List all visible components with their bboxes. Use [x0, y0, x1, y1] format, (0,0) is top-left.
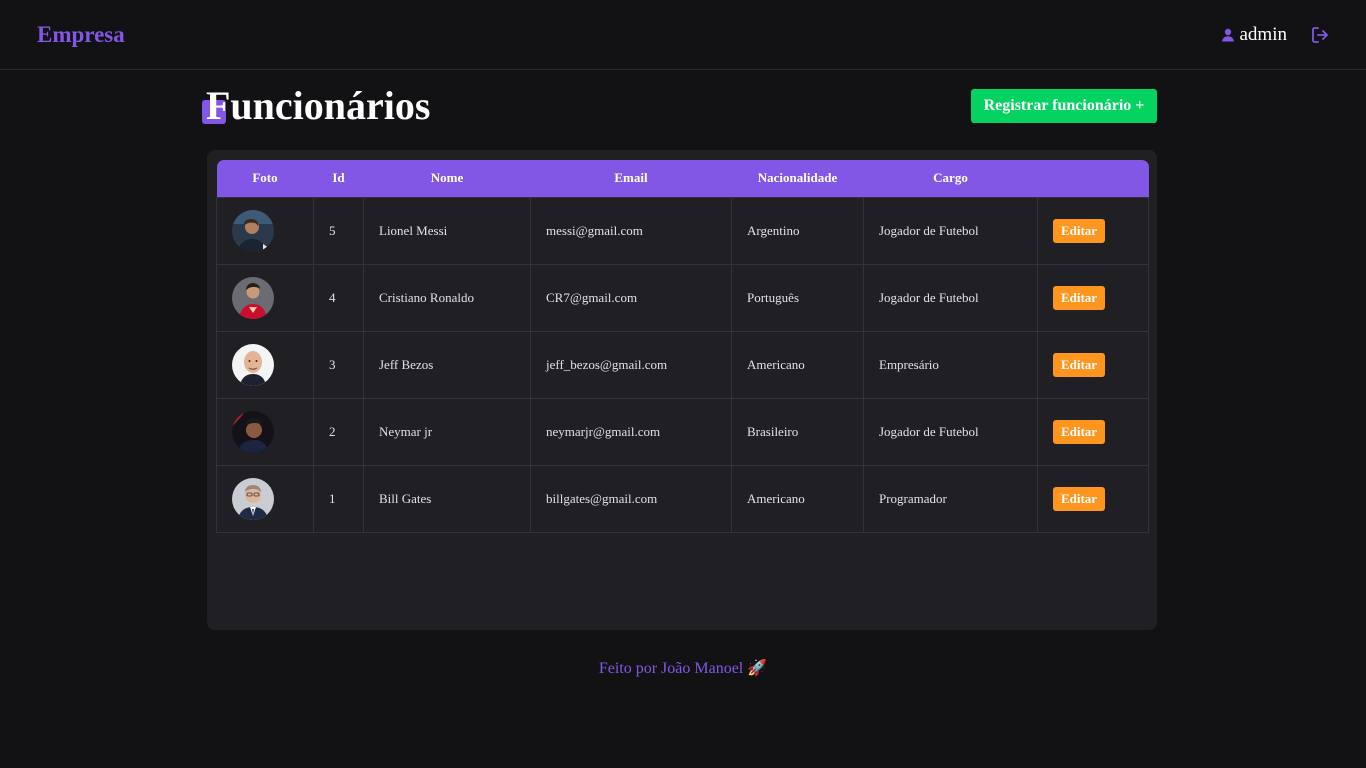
- edit-button[interactable]: Editar: [1053, 285, 1105, 310]
- actions-cell: Editar: [1037, 263, 1149, 332]
- col-header-nationality: Nacionalidade: [757, 170, 838, 186]
- photo-cell: [216, 263, 314, 332]
- page-title: Funcionários: [206, 83, 431, 128]
- role-cell: Jogador de Futebol: [863, 397, 1038, 466]
- role-cell: Empresário: [863, 330, 1038, 399]
- brand-logo[interactable]: Empresa: [37, 22, 125, 48]
- col-header-role: Cargo: [933, 170, 968, 186]
- employees-card: Foto Id Nome Email Nacionalidade Cargo 5…: [207, 150, 1157, 630]
- role-cell: Programador: [863, 464, 1038, 533]
- col-header-photo: Foto: [252, 170, 278, 186]
- avatar: [232, 209, 274, 252]
- actions-cell: Editar: [1037, 397, 1149, 466]
- email-cell: jeff_bezos@gmail.com: [530, 330, 732, 399]
- id-cell: 5: [313, 196, 364, 265]
- edit-button[interactable]: Editar: [1053, 218, 1105, 243]
- nationality-cell: Português: [731, 263, 864, 332]
- logout-icon[interactable]: [1310, 25, 1330, 45]
- employees-table: Foto Id Nome Email Nacionalidade Cargo 5…: [216, 160, 1149, 533]
- user-icon: [1221, 28, 1235, 42]
- edit-button[interactable]: Editar: [1053, 352, 1105, 377]
- photo-cell: [216, 196, 314, 265]
- email-cell: CR7@gmail.com: [530, 263, 732, 332]
- id-cell: 1: [313, 464, 364, 533]
- email-cell: neymarjr@gmail.com: [530, 397, 732, 466]
- table-row: 2 Neymar jr neymarjr@gmail.com Brasileir…: [216, 397, 1149, 466]
- table-row: 1 Bill Gates billgates@gmail.com America…: [216, 464, 1149, 533]
- navbar: Empresa admin: [0, 0, 1366, 70]
- title-wrap: Funcionários: [202, 82, 430, 130]
- name-cell: Bill Gates: [363, 464, 531, 533]
- table-header-row: Foto Id Nome Email Nacionalidade Cargo: [216, 160, 1149, 197]
- avatar: [232, 343, 274, 386]
- nationality-cell: Argentino: [731, 196, 864, 265]
- edit-button[interactable]: Editar: [1053, 486, 1105, 511]
- avatar: [232, 276, 274, 319]
- role-cell: Jogador de Futebol: [863, 263, 1038, 332]
- col-header-id: Id: [332, 170, 345, 186]
- id-cell: 4: [313, 263, 364, 332]
- footer-credit: Feito por João Manoel 🚀: [598, 660, 768, 677]
- username: admin: [1239, 23, 1288, 45]
- role-cell: Jogador de Futebol: [863, 196, 1038, 265]
- name-cell: Lionel Messi: [363, 196, 531, 265]
- photo-cell: [216, 330, 314, 399]
- user-area: admin: [1221, 24, 1331, 46]
- nationality-cell: Americano: [731, 330, 864, 399]
- edit-button[interactable]: Editar: [1053, 419, 1105, 444]
- actions-cell: Editar: [1037, 330, 1149, 399]
- id-cell: 2: [313, 397, 364, 466]
- avatar: [232, 410, 274, 453]
- register-employee-button[interactable]: Registrar funcionário +: [971, 89, 1157, 123]
- avatar: [232, 477, 274, 520]
- name-cell: Neymar jr: [363, 397, 531, 466]
- nationality-cell: Americano: [731, 464, 864, 533]
- email-cell: messi@gmail.com: [530, 196, 732, 265]
- actions-cell: Editar: [1037, 196, 1149, 265]
- name-cell: Cristiano Ronaldo: [363, 263, 531, 332]
- actions-cell: Editar: [1037, 464, 1149, 533]
- nationality-cell: Brasileiro: [731, 397, 864, 466]
- photo-cell: [216, 397, 314, 466]
- col-header-name: Nome: [430, 170, 464, 186]
- id-cell: 3: [313, 330, 364, 399]
- page-header: Funcionários Registrar funcionário +: [202, 82, 1157, 130]
- col-header-email: Email: [614, 170, 648, 186]
- table-row: 3 Jeff Bezos jeff_bezos@gmail.com Americ…: [216, 330, 1149, 399]
- name-cell: Jeff Bezos: [363, 330, 531, 399]
- email-cell: billgates@gmail.com: [530, 464, 732, 533]
- table-row: 4 Cristiano Ronaldo CR7@gmail.com Portug…: [216, 263, 1149, 332]
- photo-cell: [216, 464, 314, 533]
- table-row: 5 Lionel Messi messi@gmail.com Argentino…: [216, 196, 1149, 265]
- col-header-actions: [1038, 160, 1149, 197]
